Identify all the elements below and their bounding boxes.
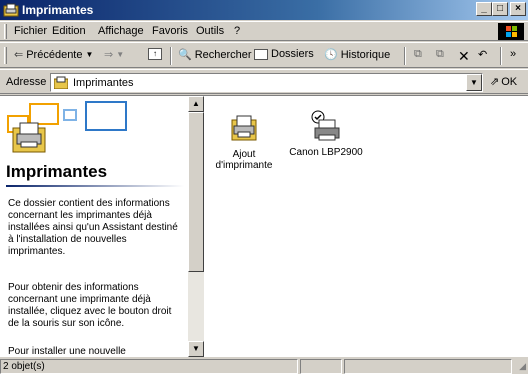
title-underline: [6, 185, 184, 187]
copy-to-icon: ⧉: [436, 48, 444, 60]
menu-help[interactable]: ?: [234, 25, 240, 37]
left-pane-scrollbar[interactable]: ▲ ▼: [188, 96, 204, 357]
go-label: OK: [501, 75, 518, 88]
maximize-button[interactable]: □: [492, 2, 508, 16]
toolbar-separator: [170, 47, 172, 65]
back-dropdown-icon[interactable]: ▼: [85, 50, 93, 59]
close-button[interactable]: ×: [510, 2, 526, 16]
undo-icon: ↶: [478, 49, 488, 61]
address-bar: Adresse Imprimantes ▼ ⇗ OK: [0, 69, 528, 94]
folders-icon: [254, 48, 268, 60]
move-to-button[interactable]: ⧉: [414, 48, 422, 61]
web-view-info-pane: Imprimantes Ce dossier contient des info…: [0, 96, 188, 357]
menu-edition[interactable]: Edition: [52, 25, 86, 37]
file-item-label: Ajout d'imprimante: [215, 149, 273, 171]
file-item[interactable]: Ajout d'imprimante: [212, 114, 276, 171]
printers-folder-large-icon: [12, 122, 46, 153]
pane-help-text: Pour obtenir des informations concernant…: [8, 282, 172, 329]
search-icon: 🔍: [178, 49, 192, 61]
file-item[interactable]: Canon LBP2900: [286, 110, 366, 158]
menu-grip[interactable]: [4, 24, 7, 39]
search-label: Rechercher: [194, 48, 252, 61]
pane-description: Ce dossier contient des informations con…: [8, 198, 178, 257]
printers-folder-icon: [3, 3, 19, 17]
history-label: Historique: [340, 48, 391, 61]
delete-icon: ✕: [458, 48, 470, 64]
delete-button[interactable]: ✕: [458, 48, 470, 65]
file-item-label: Canon LBP2900: [289, 147, 363, 158]
windows-logo-icon: [498, 23, 524, 40]
resize-grip-icon[interactable]: ◢: [519, 361, 526, 372]
toolbar-grip[interactable]: [4, 47, 7, 64]
back-button[interactable]: ⇐ Précédente ▼: [14, 48, 93, 62]
add-printer-icon: [231, 115, 257, 141]
toolbar-separator: [404, 47, 406, 65]
window-title: Imprimantes: [22, 3, 94, 17]
menu-bar: Fichier Edition Affichage Favoris Outils…: [0, 21, 528, 41]
search-button[interactable]: 🔍 Rechercher: [178, 48, 252, 62]
go-arrow-icon: ⇗: [490, 76, 500, 88]
menu-fichier[interactable]: Fichier: [14, 25, 47, 37]
undo-button[interactable]: ↶: [478, 48, 487, 61]
back-arrow-icon: ⇐: [14, 49, 24, 61]
history-button[interactable]: 🕓 Historique: [324, 48, 391, 62]
go-button[interactable]: ⇗ OK: [490, 75, 518, 89]
menu-outils[interactable]: Outils: [196, 25, 224, 37]
toolbar-separator: [500, 47, 502, 65]
pane-install-text: Pour installer une nouvelle: [8, 346, 126, 357]
scroll-up-button[interactable]: ▲: [188, 96, 204, 112]
up-folder-button[interactable]: ↑: [148, 48, 162, 60]
status-panel: [300, 359, 342, 374]
address-dropdown-button[interactable]: ▼: [466, 74, 482, 91]
folders-button[interactable]: Dossiers: [254, 48, 314, 60]
address-label: Adresse: [6, 76, 47, 88]
forward-button[interactable]: ⇒ ▼: [104, 48, 124, 61]
up-folder-icon: ↑: [148, 48, 162, 60]
scroll-thumb[interactable]: [188, 112, 204, 272]
printers-folder-icon: [54, 76, 68, 89]
explorer-window: Imprimantes _ □ × Fichier Edition Affich…: [0, 0, 528, 374]
toolbar-overflow-button[interactable]: »: [510, 48, 516, 60]
folders-label: Dossiers: [271, 48, 314, 60]
address-input[interactable]: Imprimantes ▼: [50, 73, 483, 92]
minimize-button[interactable]: _: [476, 2, 492, 16]
menu-affichage[interactable]: Affichage: [98, 25, 144, 37]
content-area: Imprimantes Ce dossier contient des info…: [0, 95, 528, 357]
title-bar[interactable]: Imprimantes _ □ ×: [0, 0, 528, 20]
address-value: Imprimantes: [73, 77, 134, 89]
copy-to-button[interactable]: ⧉: [436, 48, 444, 61]
status-bar: 2 objet(s) ◢: [0, 357, 528, 374]
history-icon: 🕓: [324, 49, 338, 61]
status-object-count: 2 objet(s): [0, 359, 298, 374]
back-label: Précédente: [26, 48, 83, 61]
status-panel: [344, 359, 512, 374]
menu-favoris[interactable]: Favoris: [152, 25, 188, 37]
printer-icon: [311, 110, 340, 141]
standard-toolbar: ⇐ Précédente ▼ ⇒ ▼ ↑ 🔍 Rechercher Dossie…: [0, 42, 528, 68]
forward-arrow-icon: ⇒: [104, 49, 114, 61]
move-to-icon: ⧉: [414, 48, 422, 60]
forward-dropdown-icon[interactable]: ▼: [116, 50, 124, 59]
scroll-down-button[interactable]: ▼: [188, 341, 204, 357]
chevron-right-icon: »: [510, 48, 517, 60]
pane-title: Imprimantes: [6, 162, 108, 181]
